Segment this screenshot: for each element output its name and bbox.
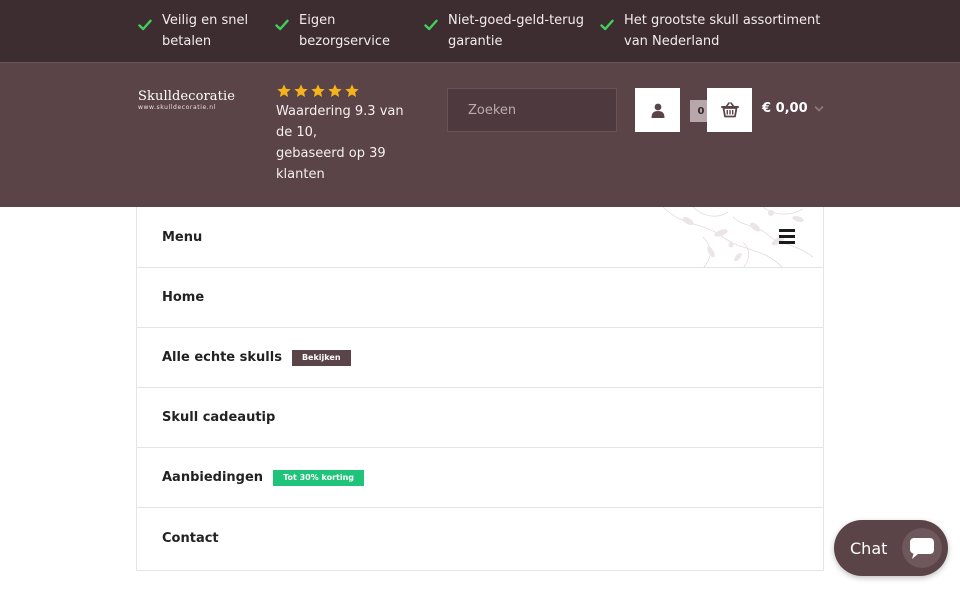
basket-icon xyxy=(720,102,739,118)
menu-item-contact[interactable]: Contact xyxy=(137,508,823,568)
usp-bar: Veilig en snel betalen Eigen bezorgservi… xyxy=(0,0,960,62)
check-icon xyxy=(600,19,614,31)
check-icon xyxy=(275,19,289,31)
account-button[interactable] xyxy=(635,88,680,132)
logo-name: Skulldecoratie xyxy=(138,89,236,104)
usp-text: Veilig en snel betalen xyxy=(162,13,249,49)
usp-text: Eigen bezorgservice xyxy=(299,13,390,49)
usp-item: Niet-goed-geld-terug garantie xyxy=(424,10,584,52)
menu-item-aanbiedingen[interactable]: Aanbiedingen Tot 30% korting xyxy=(137,448,823,508)
star-icon xyxy=(328,84,342,97)
chat-bubble-icon xyxy=(910,538,934,559)
check-icon xyxy=(424,19,438,31)
menu-item-home[interactable]: Home xyxy=(137,268,823,328)
cart-button[interactable] xyxy=(707,88,752,132)
star-icon xyxy=(277,84,291,97)
site-logo[interactable]: Skulldecoratie www.skulldecoratie.nl xyxy=(138,89,235,112)
hamburger-icon[interactable] xyxy=(779,229,795,244)
chat-bubble-container xyxy=(902,528,942,568)
floral-decoration xyxy=(662,207,814,267)
chat-label: Chat xyxy=(850,538,888,558)
navigation-menu: Menu Home Alle echte skulls Bekijken Sku… xyxy=(136,207,824,571)
menu-badge-korting: Tot 30% korting xyxy=(273,469,365,486)
usp-item: Het grootste skull assortiment van Neder… xyxy=(600,10,840,52)
star-icon xyxy=(294,84,308,97)
menu-header[interactable]: Menu xyxy=(137,207,823,268)
rating-line-score: Waardering 9.3 van de 10, xyxy=(276,104,404,140)
menu-item-alle-echte-skulls[interactable]: Alle echte skulls Bekijken xyxy=(137,328,823,388)
chevron-down-icon[interactable] xyxy=(814,104,824,114)
search-input[interactable] xyxy=(448,89,638,131)
logo-url: www.skulldecoratie.nl xyxy=(138,104,216,111)
menu-item-label: Alle echte skulls xyxy=(162,350,282,365)
user-icon xyxy=(651,103,664,118)
menu-item-label: Skull cadeautip xyxy=(162,410,276,425)
star-icon xyxy=(345,84,359,97)
usp-item: Eigen bezorgservice xyxy=(275,10,405,52)
menu-item-skull-cadeautip[interactable]: Skull cadeautip xyxy=(137,388,823,448)
menu-badge-bekijken: Bekijken xyxy=(291,349,351,366)
check-icon xyxy=(138,19,152,31)
menu-item-label: Aanbiedingen xyxy=(162,470,264,485)
search-box xyxy=(447,88,654,132)
star-icon xyxy=(311,84,325,97)
rating-stars xyxy=(276,82,416,100)
chat-button[interactable]: Chat xyxy=(834,520,948,576)
menu-header-label: Menu xyxy=(162,229,203,245)
cart-total[interactable]: € 0,00 xyxy=(762,101,808,116)
usp-text: Niet-goed-geld-terug garantie xyxy=(448,13,585,49)
usp-text: Het grootste skull assortiment van Neder… xyxy=(624,13,821,49)
menu-item-label: Contact xyxy=(162,530,219,546)
rating-line-reviews: gebaseerd op 39 klanten xyxy=(276,146,386,182)
rating-widget[interactable]: Waardering 9.3 van de 10, gebaseerd op 3… xyxy=(276,82,416,185)
menu-item-label: Home xyxy=(162,290,205,305)
site-header: Skulldecoratie www.skulldecoratie.nl Waa… xyxy=(0,62,960,207)
usp-item: Veilig en snel betalen xyxy=(138,10,268,52)
